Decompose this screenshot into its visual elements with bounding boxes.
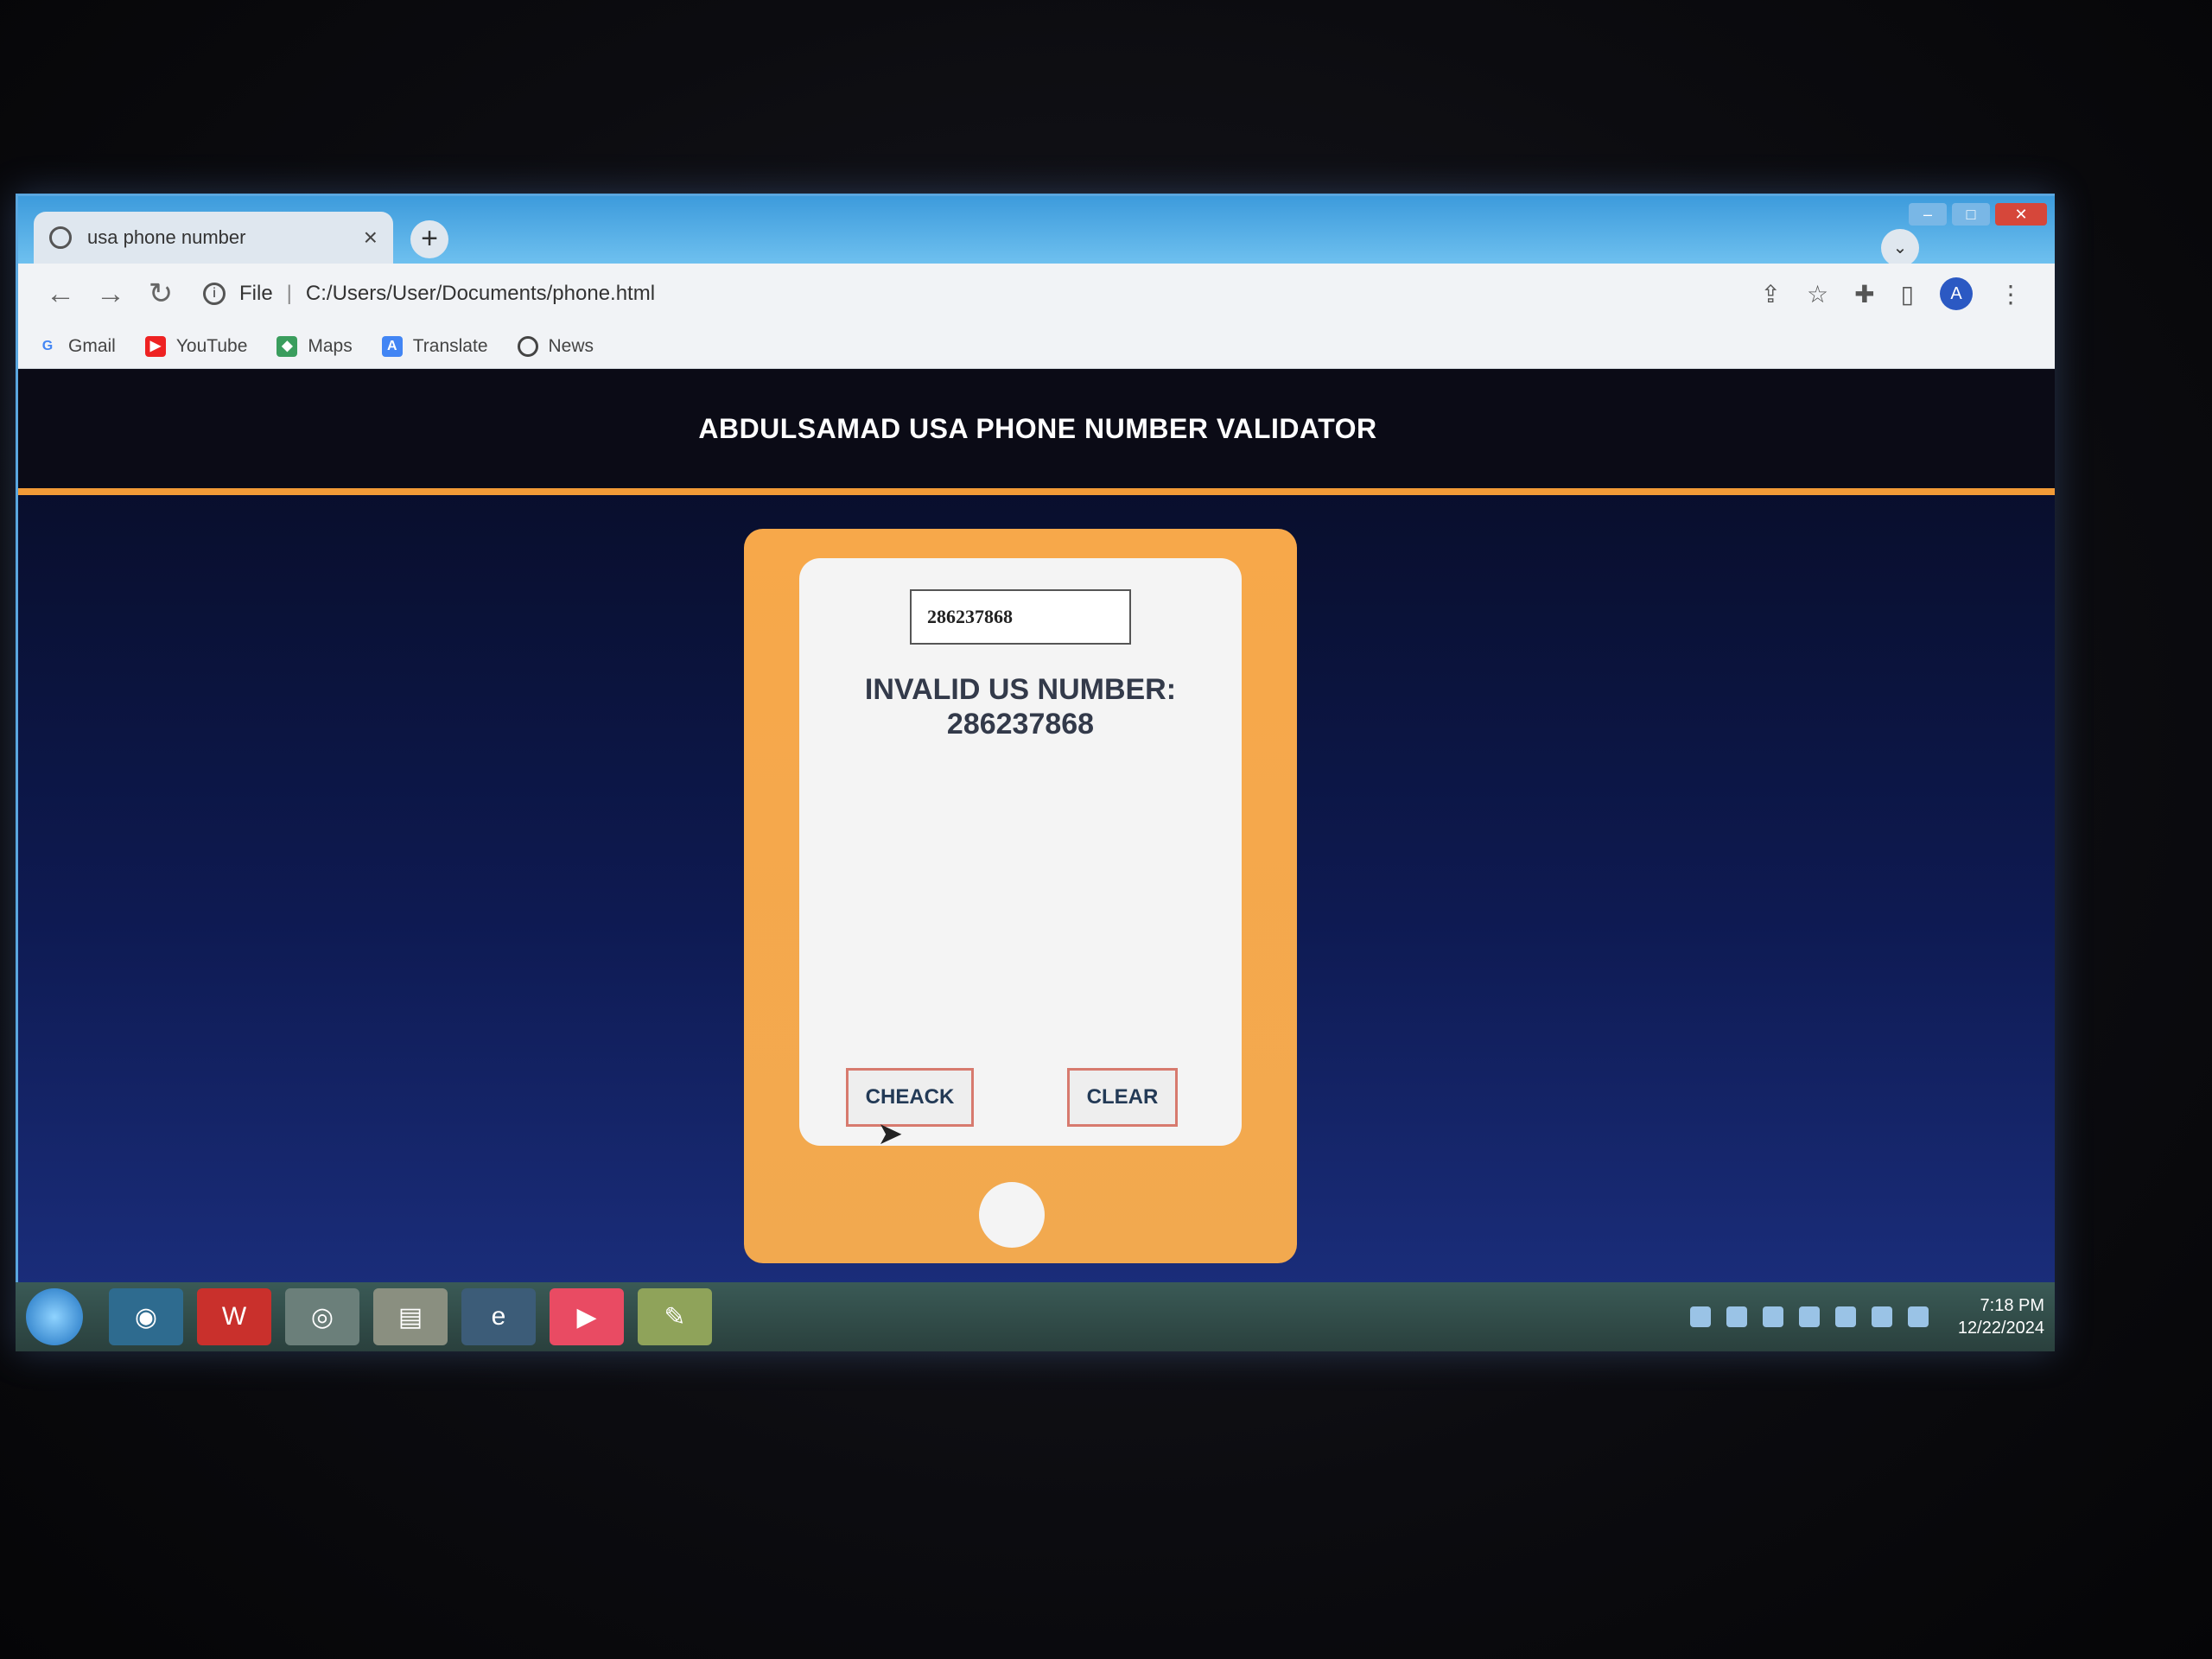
bookmark-news[interactable]: News: [517, 335, 594, 357]
check-button[interactable]: CHEACK: [846, 1068, 974, 1127]
share-icon[interactable]: ⇪: [1761, 280, 1781, 308]
video-player-icon[interactable]: ▶: [550, 1288, 624, 1345]
back-button[interactable]: ←: [35, 277, 86, 311]
tray-app-icon[interactable]: [1762, 1306, 1783, 1327]
minimize-button[interactable]: –: [1909, 203, 1947, 226]
phone-screen: INVALID US NUMBER: 286237868 CHEACK CLEA…: [799, 558, 1242, 1151]
browser-window: usa phone number × + ⌄ – □ ✕ ← → ↻ i Fil…: [16, 194, 2055, 1287]
bookmark-maps[interactable]: ◆ Maps: [276, 335, 353, 357]
clock-date: 12/22/2024: [1957, 1319, 2044, 1338]
phone-home-button: [979, 1182, 1045, 1248]
page-title: ABDULSAMAD USA PHONE NUMBER VALIDATOR: [698, 412, 1377, 444]
profile-avatar[interactable]: A: [1940, 277, 1973, 310]
file-explorer-icon[interactable]: ▤: [373, 1288, 448, 1345]
url-text: C:/Users/User/Documents/phone.html: [305, 282, 656, 305]
news-icon: [517, 335, 538, 357]
info-icon[interactable]: i: [203, 283, 226, 305]
toolbar-actions: ⇪ ☆ ✚ ▯ A ⋮: [1761, 277, 2023, 310]
tab-search-button[interactable]: ⌄: [1881, 229, 1919, 267]
validation-result: INVALID US NUMBER: 286237868: [799, 672, 1242, 741]
url-separator: |: [286, 282, 292, 305]
mouse-cursor-icon: ➤: [877, 1116, 904, 1151]
forward-button[interactable]: →: [86, 277, 136, 311]
notepad-icon[interactable]: ✎: [638, 1288, 712, 1345]
tray-flag-icon[interactable]: [1726, 1306, 1747, 1327]
bookmarks-bar: G Gmail ▶ YouTube ◆ Maps A Translate New…: [18, 324, 2055, 369]
maps-icon: ◆: [276, 335, 298, 357]
youtube-icon: ▶: [144, 335, 166, 357]
tray-chrome-icon[interactable]: [1834, 1306, 1856, 1327]
maximize-button[interactable]: □: [1952, 203, 1990, 226]
close-tab-icon[interactable]: ×: [364, 224, 378, 251]
tray-network-icon[interactable]: [1689, 1306, 1711, 1327]
internet-explorer-icon[interactable]: e: [461, 1288, 536, 1345]
tray-battery-icon[interactable]: [1798, 1306, 1820, 1327]
clock[interactable]: 7:18 PM 12/22/2024: [1958, 1294, 2044, 1339]
clear-button[interactable]: CLEAR: [1067, 1068, 1178, 1127]
bookmark-label: Maps: [308, 335, 353, 356]
chrome-icon[interactable]: ◎: [285, 1288, 359, 1345]
reload-button[interactable]: ↻: [136, 276, 186, 311]
taskbar: ◉ W ◎ ▤ e ▶ ✎ 7:18 PM 12/22/2024: [16, 1282, 2055, 1351]
url-scheme-label: File: [239, 282, 273, 305]
google-icon: G: [41, 338, 54, 353]
bookmark-youtube[interactable]: ▶ YouTube: [144, 335, 248, 357]
browser-toolbar: ← → ↻ i File | C:/Users/User/Documents/p…: [18, 264, 2055, 324]
menu-icon[interactable]: ⋮: [1999, 280, 2023, 308]
address-bar[interactable]: i File | C:/Users/User/Documents/phone.h…: [203, 282, 1761, 306]
side-panel-icon[interactable]: ▯: [1901, 280, 1914, 308]
bookmark-label: YouTube: [175, 335, 248, 356]
globe-icon: [49, 226, 72, 249]
start-button[interactable]: [26, 1288, 83, 1345]
bookmark-translate[interactable]: A Translate: [381, 335, 488, 357]
phone-frame: INVALID US NUMBER: 286237868 CHEACK CLEA…: [744, 529, 1297, 1263]
tray-display-icon[interactable]: [1871, 1306, 1892, 1327]
phone-number-input[interactable]: [910, 589, 1131, 645]
result-status: INVALID US NUMBER:: [864, 673, 1177, 706]
bookmark-gmail[interactable]: G Gmail: [37, 336, 116, 357]
tab-title: usa phone number: [87, 226, 246, 248]
page-header: ABDULSAMAD USA PHONE NUMBER VALIDATOR: [18, 369, 2055, 495]
close-window-button[interactable]: ✕: [1995, 203, 2047, 226]
network-app-icon[interactable]: ◉: [109, 1288, 183, 1345]
bookmark-star-icon[interactable]: ☆: [1807, 280, 1828, 308]
clock-time: 7:18 PM: [1980, 1296, 2044, 1315]
bookmark-label: Gmail: [68, 335, 116, 356]
result-number: 286237868: [946, 708, 1095, 741]
window-controls: – □ ✕: [1909, 203, 2047, 226]
wps-office-icon[interactable]: W: [197, 1288, 271, 1345]
new-tab-button[interactable]: +: [410, 220, 448, 258]
page-content: ABDULSAMAD USA PHONE NUMBER VALIDATOR IN…: [18, 369, 2055, 1285]
tab-bar: usa phone number × + ⌄ – □ ✕: [18, 196, 2055, 267]
browser-tab[interactable]: usa phone number ×: [34, 212, 393, 264]
volume-icon[interactable]: [1907, 1306, 1929, 1327]
bookmark-label: Translate: [412, 335, 488, 356]
system-tray: 7:18 PM 12/22/2024: [1689, 1294, 2044, 1339]
monitor-screen: usa phone number × + ⌄ – □ ✕ ← → ↻ i Fil…: [16, 194, 2055, 1351]
translate-icon: A: [381, 335, 403, 357]
extensions-icon[interactable]: ✚: [1854, 280, 1874, 308]
bookmark-label: News: [548, 335, 594, 356]
